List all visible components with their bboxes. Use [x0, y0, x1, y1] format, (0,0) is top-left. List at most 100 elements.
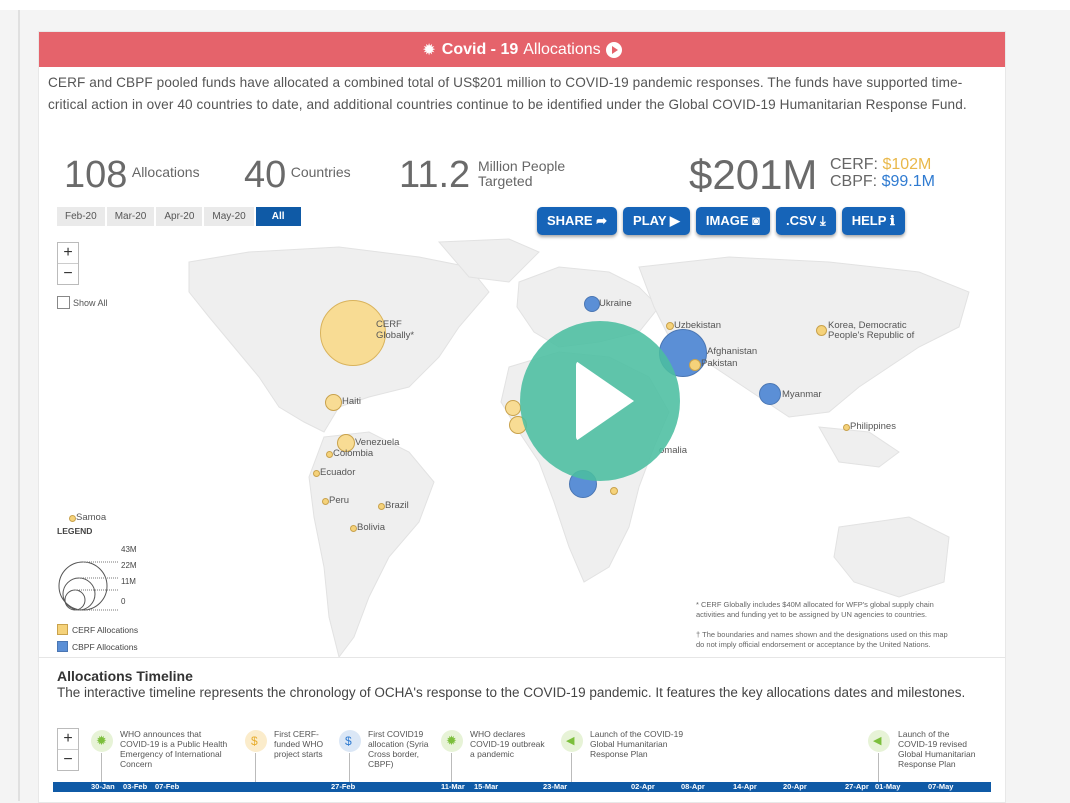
event2-connector	[255, 753, 256, 782]
allocations-label: Allocations	[131, 164, 200, 180]
event-ghrp-revised[interactable]: Launch of the COVID-19 revised Global Hu…	[898, 729, 975, 769]
bubble-bolivia[interactable]	[350, 525, 357, 532]
intro-text: CERF and CBPF pooled funds have allocate…	[48, 75, 967, 112]
bubble-pakistan[interactable]	[689, 359, 701, 371]
show-all-checkbox[interactable]	[57, 296, 70, 309]
date-tick: 07-May	[928, 782, 954, 791]
bubble-ecuador[interactable]	[313, 470, 320, 477]
play-label: PLAY	[633, 213, 667, 228]
label-samoa: Samoa	[76, 512, 107, 523]
virus-event-icon[interactable]: ✹	[91, 730, 113, 752]
date-tick: 01-May	[875, 782, 901, 791]
event-first-cerf[interactable]: First CERF- funded WHO project starts	[274, 729, 323, 759]
bubble-colombia[interactable]	[326, 451, 333, 458]
countries-label: Countries	[290, 164, 351, 180]
legend-cbpf: CBPF Allocations	[57, 641, 147, 652]
bubble-haiti[interactable]	[325, 394, 342, 411]
event1-connector	[101, 753, 102, 782]
label-uzbekistan: Uzbekistan	[674, 320, 721, 331]
event-first-allocation[interactable]: First COVID19 allocation (Syria Cross bo…	[368, 729, 428, 769]
label-philippines: Philippines	[850, 421, 896, 432]
bubble-philippines[interactable]	[843, 424, 850, 431]
bubble-brazil[interactable]	[378, 503, 385, 510]
share-label: SHARE	[547, 213, 593, 228]
money-bag-icon[interactable]: $	[245, 730, 267, 752]
event5-line3: Response Plan	[590, 749, 648, 759]
timeline-title: Allocations Timeline	[57, 668, 193, 684]
date-tick: 03-Feb	[123, 782, 148, 791]
note-cerf-globally: * CERF Globally includes $40M allocated …	[696, 600, 934, 620]
date-tick: 27-Apr	[845, 782, 869, 791]
label-ecuador: Ecuador	[320, 467, 356, 478]
cerf-label: CERF:	[830, 156, 878, 173]
map-zoom-in-button[interactable]: +	[58, 243, 78, 263]
megaphone-icon[interactable]: ◀	[561, 730, 583, 752]
virus-icon: ✹	[422, 41, 436, 59]
event1-line4: Concern	[120, 759, 153, 769]
label-korea: Korea, Democratic People's Republic of	[828, 321, 914, 341]
info-icon: ℹ	[889, 213, 895, 228]
help-label: HELP	[851, 213, 887, 228]
money-bag-blue-icon[interactable]: $	[339, 730, 361, 752]
label-venezuela: Venezuela	[355, 437, 400, 448]
label-afghanistan: Afghanistan	[707, 346, 758, 357]
event6-line2: COVID-19 revised	[898, 739, 967, 749]
filter-may[interactable]: May-20	[204, 207, 254, 226]
timeline-zoom: + −	[57, 728, 79, 771]
event4-line1: WHO declares	[470, 729, 526, 739]
event3-line2: allocation (Syria	[368, 739, 429, 749]
top-strip	[0, 0, 1070, 10]
bubble-west-africa-1[interactable]	[505, 400, 521, 416]
event4-line3: a pandemic	[470, 749, 514, 759]
note2-line1: † The boundaries and names shown and the…	[696, 630, 948, 639]
event-pandemic[interactable]: WHO declares COVID-19 outbreak a pandemi…	[470, 729, 545, 759]
filter-feb[interactable]: Feb-20	[57, 207, 105, 226]
event3-line1: First COVID19	[368, 729, 424, 739]
filter-all[interactable]: All	[255, 207, 301, 226]
bubble-korea[interactable]	[816, 325, 827, 336]
csv-button[interactable]: .CSV ⤓	[776, 207, 836, 235]
label-myanmar: Myanmar	[782, 389, 822, 400]
virus-pandemic-icon[interactable]: ✹	[441, 730, 463, 752]
timeline-axis[interactable]: 30-Jan 03-Feb 07-Feb 27-Feb 11-Mar 15-Ma…	[53, 782, 991, 792]
timeline-description: The interactive timeline represents the …	[57, 685, 966, 700]
timeline-zoom-in-button[interactable]: +	[58, 729, 78, 749]
play-button[interactable]: PLAY ▶	[623, 207, 690, 235]
camera-icon: ◙	[752, 213, 761, 228]
stat-allocations: 108 Allocations	[64, 154, 200, 197]
timeline-zoom-out-button[interactable]: −	[58, 749, 78, 770]
event-who-phec[interactable]: WHO announces that COVID-19 is a Public …	[120, 729, 227, 769]
landmass-se-asia	[818, 426, 900, 468]
bubble-uzbekistan[interactable]	[666, 322, 674, 330]
label-haiti: Haiti	[342, 396, 362, 407]
play-circle-icon[interactable]	[605, 41, 622, 58]
date-tick: 11-Mar	[441, 782, 465, 791]
bubble-myanmar[interactable]	[759, 383, 781, 405]
megaphone-revised-icon[interactable]: ◀	[868, 730, 890, 752]
share-icon: ➦	[596, 213, 608, 228]
image-button[interactable]: IMAGE ◙	[695, 207, 771, 235]
event5-connector	[571, 753, 572, 782]
event-ghrp-launch[interactable]: Launch of the COVID-19 Global Humanitari…	[590, 729, 683, 759]
people-count: 11.2	[399, 154, 471, 196]
note2-line2: do not imply official endorsement or acc…	[696, 640, 931, 649]
help-button[interactable]: HELP ℹ	[841, 207, 905, 235]
event3-connector	[349, 753, 350, 782]
date-tick: 02-Apr	[631, 782, 655, 791]
show-all-toggle[interactable]: Show All	[57, 296, 108, 309]
bubble-samoa[interactable]	[69, 515, 76, 522]
video-play-overlay-button[interactable]	[520, 321, 680, 481]
people-label-2: Targeted	[478, 173, 533, 189]
label-colombia: Colombia	[333, 448, 374, 459]
filter-mar[interactable]: Mar-20	[106, 207, 155, 226]
filter-apr[interactable]: Apr-20	[156, 207, 203, 226]
bubble-peru[interactable]	[322, 498, 329, 505]
bubble-ukraine[interactable]	[584, 296, 600, 312]
note-boundaries: † The boundaries and names shown and the…	[696, 630, 948, 650]
stat-countries: 40 Countries	[244, 154, 351, 197]
event2-line1: First CERF-	[274, 729, 319, 739]
map-zoom-out-button[interactable]: −	[58, 263, 78, 284]
share-button[interactable]: SHARE ➦	[537, 207, 618, 235]
legend-size-11: 11M	[121, 577, 136, 586]
bubble-kenya[interactable]	[610, 487, 618, 495]
